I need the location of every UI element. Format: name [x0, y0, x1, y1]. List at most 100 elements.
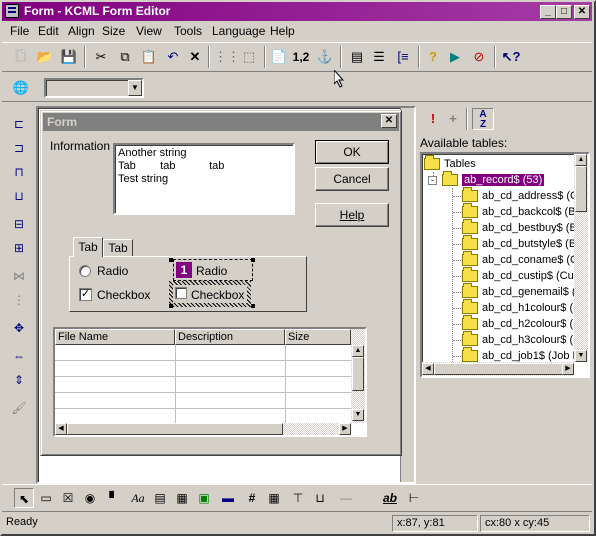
select-area-icon[interactable]: ⬚: [238, 46, 260, 68]
scroll-up-icon[interactable]: ▲: [352, 345, 364, 357]
same-height-icon[interactable]: ⇕: [8, 370, 30, 390]
new-icon[interactable]: 🗋: [10, 46, 32, 68]
canvas-scrollbar[interactable]: [400, 108, 414, 482]
minimize-button[interactable]: _: [540, 5, 556, 19]
scroll-thumb[interactable]: [352, 357, 364, 391]
chevron-down-icon[interactable]: ▼: [128, 80, 142, 96]
open-icon[interactable]: 📂: [34, 46, 56, 68]
line-tool-icon[interactable]: —: [336, 488, 356, 508]
center-both-icon[interactable]: ✥: [8, 318, 30, 338]
scroll-thumb[interactable]: [67, 423, 283, 435]
save-icon[interactable]: 💾: [58, 46, 80, 68]
collapse-icon[interactable]: -: [428, 176, 437, 185]
listbox-tool-icon[interactable]: ▤: [150, 488, 170, 508]
align-center-icon[interactable]: ⊐: [8, 138, 30, 158]
tree-root[interactable]: Tables: [424, 155, 476, 172]
stop-icon[interactable]: ⊘: [468, 46, 490, 68]
menu-size[interactable]: Size: [102, 24, 125, 38]
combo-tool-icon[interactable]: ▦: [172, 488, 192, 508]
menu-view[interactable]: View: [136, 24, 162, 38]
paste-icon[interactable]: 📋: [138, 46, 160, 68]
same-width-icon[interactable]: ⇔: [8, 346, 30, 366]
space-vertical-icon[interactable]: ⋮: [8, 290, 30, 310]
ok-button[interactable]: OK: [315, 140, 389, 164]
menu-language[interactable]: Language: [212, 24, 265, 38]
grid-icon[interactable]: ⋮⋮: [214, 46, 240, 68]
image-tool-icon[interactable]: ▣: [194, 488, 214, 508]
copy-icon[interactable]: ⧉: [114, 46, 136, 68]
align-left-icon[interactable]: ⊏: [8, 114, 30, 134]
code-icon[interactable]: ▤: [346, 46, 368, 68]
scroll-down-icon[interactable]: ▼: [575, 350, 587, 362]
checkbox-tool-icon[interactable]: ☒: [58, 488, 78, 508]
number-tool-icon[interactable]: #: [242, 488, 262, 508]
maximize-button[interactable]: □: [556, 5, 572, 19]
undo-icon[interactable]: ↶: [162, 46, 184, 68]
scroll-up-icon[interactable]: ▲: [575, 154, 587, 166]
column-header-size[interactable]: Size: [285, 329, 351, 345]
scroll-left-icon[interactable]: ◀: [55, 423, 67, 435]
list-horizontal-scrollbar[interactable]: ◀ ▶: [55, 423, 351, 435]
form-close-button[interactable]: ✕: [381, 114, 397, 128]
tree-item[interactable]: ab_cd_custip$ (Cus: [462, 267, 579, 284]
grid-tool-icon[interactable]: ▦: [264, 488, 284, 508]
form-title-bar[interactable]: Form ✕: [43, 113, 399, 131]
label-tool-icon[interactable]: ▘: [104, 488, 124, 508]
layout-icon[interactable]: ☰: [368, 46, 390, 68]
tab-tool-icon[interactable]: ⊤: [288, 488, 308, 508]
tree-horizontal-scrollbar[interactable]: ◀ ▶: [422, 362, 574, 376]
scroll-thumb[interactable]: [434, 363, 564, 375]
tree-item[interactable]: ab_cd_h1colour$ (: [462, 299, 573, 316]
space-horizontal-icon[interactable]: ⋈: [8, 266, 30, 286]
file-list[interactable]: File Name Description Size ▲ ▼ ◀ ▶: [53, 327, 367, 437]
tree-group[interactable]: ab_record$ (53): [442, 171, 545, 188]
scroll-left-icon[interactable]: ◀: [422, 363, 434, 375]
scroll-right-icon[interactable]: ▶: [562, 363, 574, 375]
text-tool-icon[interactable]: Aa: [128, 488, 148, 508]
anchor-icon[interactable]: ⚓: [314, 46, 336, 68]
language-select[interactable]: ▼: [44, 78, 144, 98]
list-vertical-scrollbar[interactable]: ▲ ▼: [351, 329, 365, 423]
scroll-right-icon[interactable]: ▶: [339, 423, 351, 435]
cancel-button[interactable]: Cancel: [315, 167, 389, 191]
menu-align[interactable]: Align: [68, 24, 95, 38]
radio-tool-icon[interactable]: ◉: [80, 488, 100, 508]
pointer-tool-icon[interactable]: ⬉: [14, 488, 34, 508]
checkbox-2[interactable]: [175, 287, 187, 299]
scroll-down-icon[interactable]: ▼: [352, 409, 364, 421]
column-header-description[interactable]: Description: [175, 329, 285, 345]
tree-item[interactable]: ab_cd_butstyle$ (B: [462, 235, 576, 252]
globe-icon[interactable]: 🌐: [10, 77, 32, 99]
tree-item[interactable]: ab_cd_backcol$ (B: [462, 203, 576, 220]
ab-text-tool-icon[interactable]: ab: [380, 488, 400, 508]
progress-tool-icon[interactable]: ▬: [218, 488, 238, 508]
tree-tool-icon[interactable]: ⊢: [404, 488, 424, 508]
tab-1[interactable]: Tab: [73, 237, 103, 257]
title-bar[interactable]: Form - KCML Form Editor _ □ ✕: [2, 2, 592, 21]
brackets-icon[interactable]: [≡: [392, 46, 414, 68]
menu-help[interactable]: Help: [270, 24, 295, 38]
menu-tools[interactable]: Tools: [174, 24, 202, 38]
center-horizontal-icon[interactable]: ⊟: [8, 214, 30, 234]
plus-icon[interactable]: +: [442, 108, 464, 130]
column-header-file-name[interactable]: File Name: [55, 329, 175, 345]
tree-item[interactable]: ab_cd_address$ (C: [462, 187, 578, 204]
button-tool-icon[interactable]: ▭: [36, 488, 56, 508]
checkbox-1[interactable]: ✓: [79, 288, 92, 301]
scroll-thumb[interactable]: [575, 166, 587, 212]
tree-item[interactable]: ab_cd_bestbuy$ (B: [462, 219, 577, 236]
help-icon[interactable]: ?: [422, 46, 444, 68]
center-vertical-icon[interactable]: ⊞: [8, 238, 30, 258]
align-top-icon[interactable]: ⊓: [8, 162, 30, 182]
tab-order-icon[interactable]: 1,2: [290, 46, 312, 68]
information-textarea[interactable]: Another string Tab tab tab Test string: [113, 143, 295, 215]
tree-vertical-scrollbar[interactable]: ▲ ▼: [574, 154, 588, 362]
properties-icon[interactable]: 📄: [268, 46, 290, 68]
frame-tool-icon[interactable]: ⊔: [310, 488, 330, 508]
help-button[interactable]: Help: [315, 203, 389, 227]
close-button[interactable]: ✕: [574, 5, 590, 19]
tables-tree[interactable]: Tables - ab_record$ (53) ab_cd_address$ …: [420, 152, 590, 378]
align-bottom-icon[interactable]: ⊔: [8, 186, 30, 206]
tree-item[interactable]: ab_cd_h3colour$ (: [462, 331, 573, 348]
sort-az-icon[interactable]: AZ: [472, 108, 494, 130]
